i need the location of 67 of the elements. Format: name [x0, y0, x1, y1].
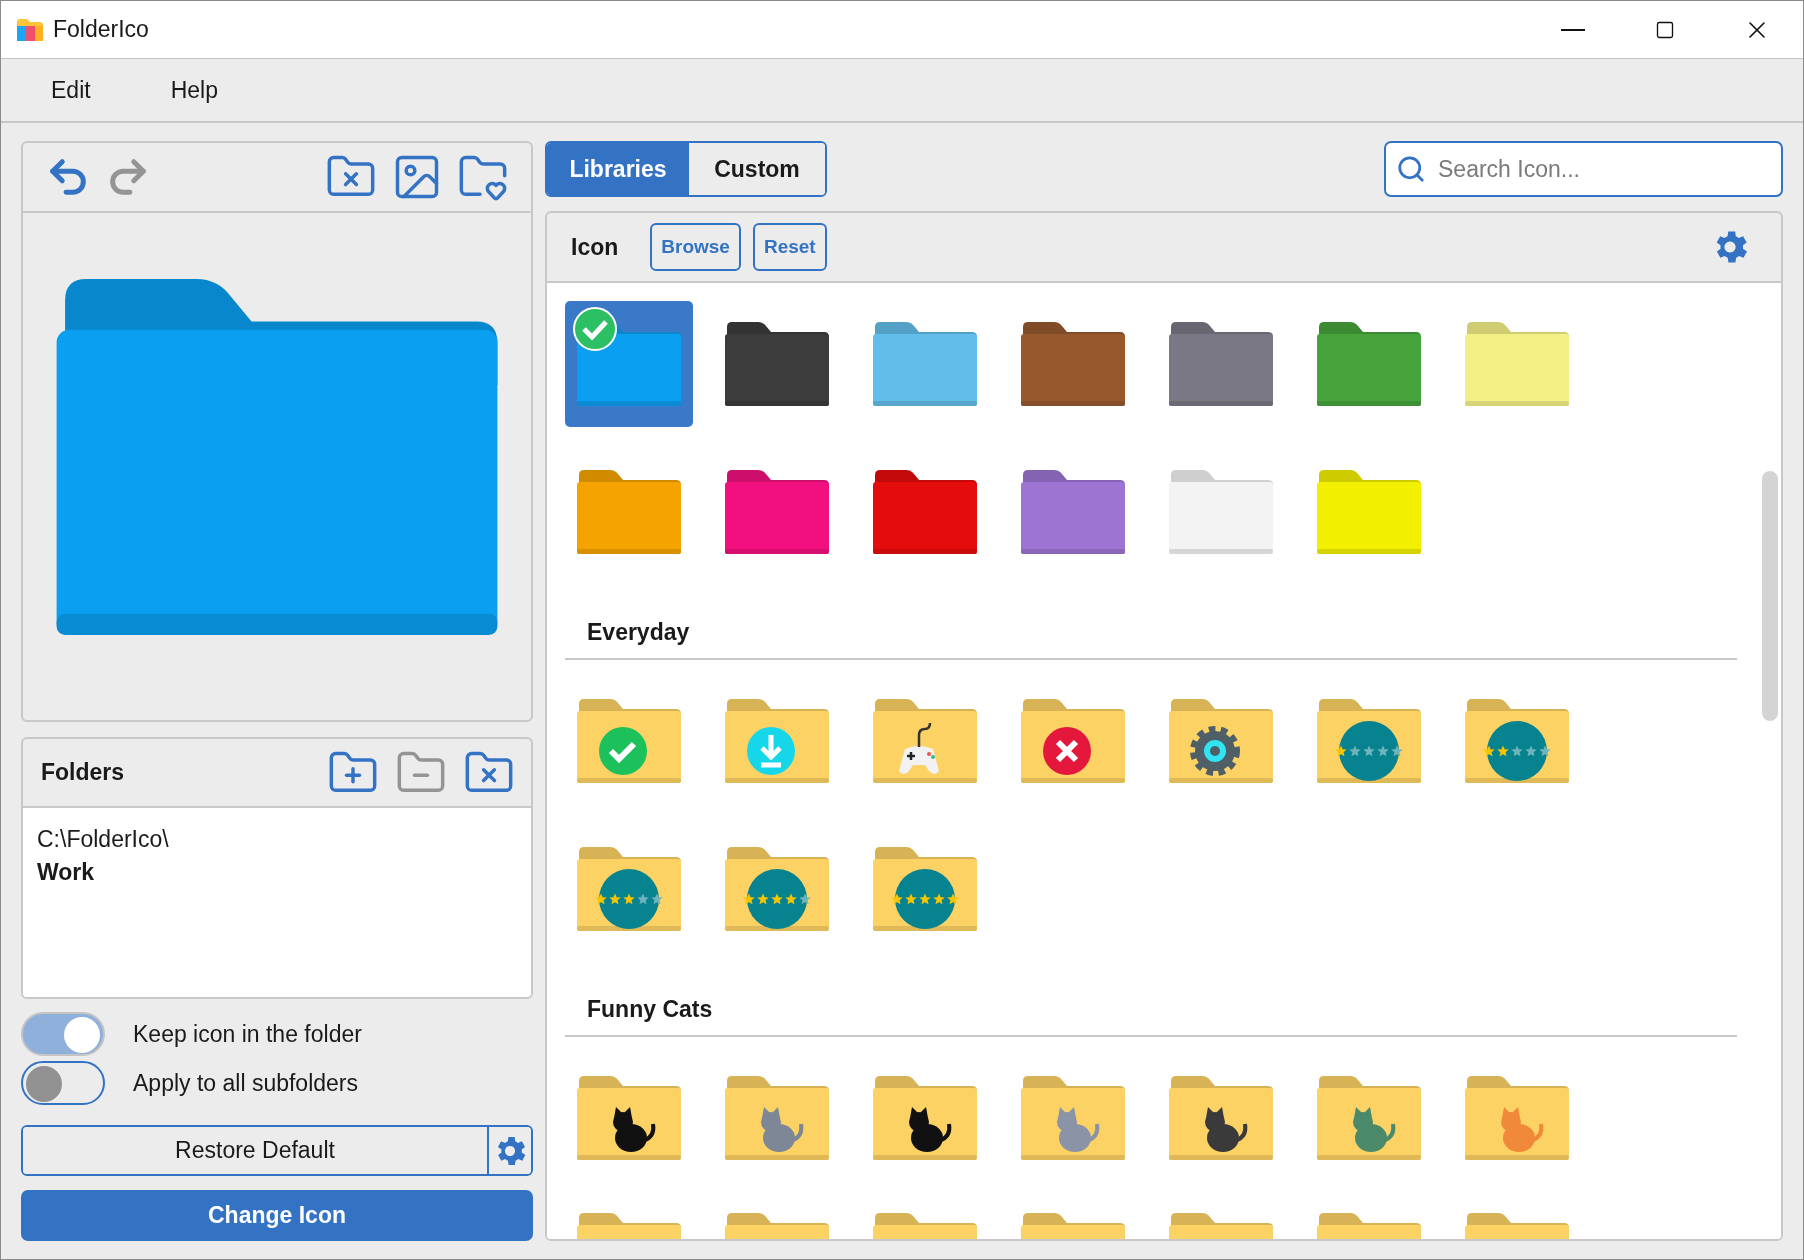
maximize-icon [1655, 19, 1675, 40]
star-icon [757, 893, 769, 905]
star-icon [743, 893, 755, 905]
option-label: Apply to all subfolders [133, 1069, 358, 1097]
gear-folder-icon [1169, 699, 1273, 783]
star-icon [905, 893, 917, 905]
star-icon [1511, 745, 1523, 757]
star-icon [785, 893, 797, 905]
icon-tile[interactable] [565, 301, 693, 427]
star-icon [1349, 745, 1361, 757]
star-icon [771, 893, 783, 905]
window-title: FolderIco [53, 16, 150, 43]
star-icon [891, 893, 903, 905]
icon-label: Icon [571, 233, 619, 261]
cat-folder-icon [1021, 1076, 1125, 1160]
toggle-switch[interactable] [21, 1012, 105, 1056]
cat-folder-icon [1465, 1076, 1569, 1160]
section-title: Everyday [565, 575, 1737, 660]
star-icon [1525, 745, 1537, 757]
rating-folder-icon [873, 847, 977, 931]
menu-item[interactable]: Edit [51, 76, 91, 104]
star-icon [947, 893, 959, 905]
search-icon [1396, 154, 1426, 184]
rating-folder-icon [577, 847, 681, 931]
star-icon [1363, 745, 1375, 757]
star-icon [609, 893, 621, 905]
minimize-icon [1561, 28, 1585, 31]
cat-folder-icon [725, 1076, 829, 1160]
panel-title: Folders [41, 759, 126, 786]
option-label: Keep icon in the folder [133, 1020, 362, 1048]
folder-path: C:\FolderIco\ [37, 826, 170, 853]
star-icon [1335, 745, 1347, 757]
cat-folder-icon [1169, 1076, 1273, 1160]
cat-folder-icon [577, 1076, 681, 1160]
star-icon [1377, 745, 1389, 757]
error-folder-icon [1021, 699, 1125, 783]
rating-folder-icon [1317, 699, 1421, 783]
section-title: Funny Cats [565, 952, 1737, 1037]
star-icon [1391, 745, 1403, 757]
rating-folder-icon [725, 847, 829, 931]
star-icon [1497, 745, 1509, 757]
gamepad-folder-icon [873, 699, 977, 783]
tab[interactable]: Libraries [547, 143, 689, 195]
rating-folder-icon [1465, 699, 1569, 783]
browse-button[interactable]: Browse [650, 223, 741, 271]
star-icon [933, 893, 945, 905]
star-icon [919, 893, 931, 905]
toggle-switch[interactable] [21, 1061, 105, 1105]
star-icon [623, 893, 635, 905]
download-folder-icon [725, 699, 829, 783]
check-badge-icon [573, 307, 617, 351]
reset-button[interactable]: Reset [752, 223, 827, 271]
scrollbar-thumb[interactable] [1762, 471, 1778, 721]
star-icon [1483, 745, 1495, 757]
search-field[interactable]: Search Icon... [1384, 141, 1783, 197]
star-icon [651, 893, 663, 905]
menu-item[interactable]: Help [170, 76, 218, 104]
app-logo-icon [17, 18, 43, 41]
cat-folder-icon [1317, 1076, 1421, 1160]
change-icon-button[interactable]: Change Icon [21, 1190, 533, 1241]
check-folder-icon [577, 699, 681, 783]
star-icon [799, 893, 811, 905]
cat-folder-icon [873, 1076, 977, 1160]
star-icon [1539, 745, 1551, 757]
folder-name: Work [37, 859, 96, 886]
star-icon [595, 893, 607, 905]
star-icon [637, 893, 649, 905]
